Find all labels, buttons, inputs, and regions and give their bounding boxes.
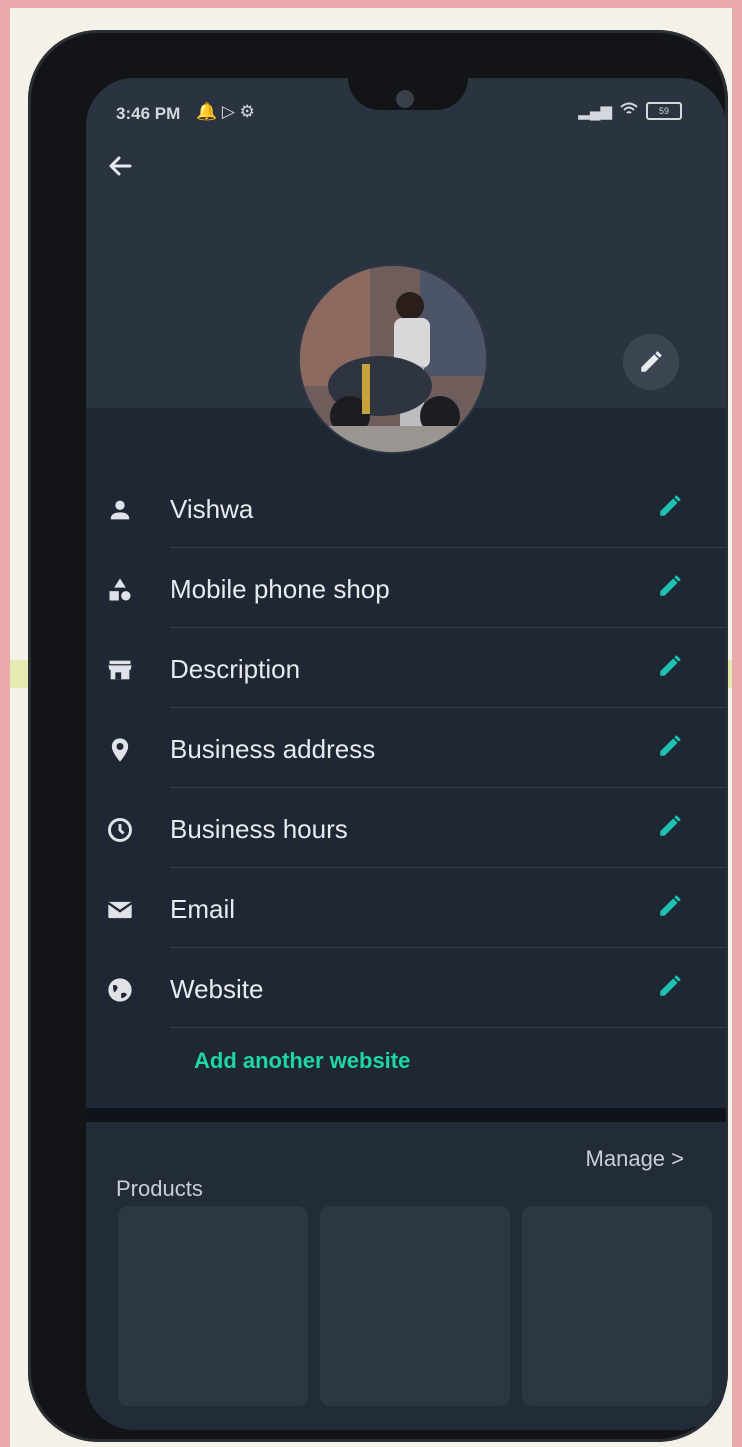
- edit-email-button[interactable]: [654, 890, 686, 922]
- profile-photo[interactable]: [298, 264, 488, 454]
- edit-address-button[interactable]: [654, 730, 686, 762]
- field-row-hours[interactable]: Business hours: [86, 788, 726, 868]
- products-title: Products: [116, 1176, 203, 1201]
- row-divider: [170, 1027, 726, 1028]
- field-row-description[interactable]: Description: [86, 628, 726, 708]
- pencil-icon: [641, 351, 662, 372]
- field-row-category[interactable]: Mobile phone shop: [86, 548, 726, 628]
- field-row-address[interactable]: Business address: [86, 708, 726, 788]
- field-label-email: Email: [170, 894, 236, 924]
- signal-icon: ▂▄▆: [578, 103, 612, 120]
- profile-field-list: Vishwa Mobile phone shop Description Bus…: [86, 468, 726, 1028]
- pencil-icon: [660, 975, 681, 996]
- front-camera: [396, 90, 414, 108]
- pencil-icon: [660, 895, 681, 916]
- phone-body: 3:46 PM 🔔 ▷ ⚙ ▂▄▆ 59 Vishwa Mobile phone…: [28, 30, 728, 1442]
- status-notification-icons: 🔔 ▷ ⚙: [196, 102, 255, 121]
- pencil-icon: [660, 575, 681, 596]
- pencil-icon: [660, 735, 681, 756]
- person-icon: [102, 492, 138, 528]
- profile-photo-image: [300, 266, 486, 452]
- globe-icon: [102, 972, 138, 1008]
- pencil-icon: [660, 495, 681, 516]
- field-label-category: Mobile phone shop: [170, 574, 390, 604]
- status-right-icons: ▂▄▆ 59: [578, 102, 682, 120]
- manage-products-link[interactable]: Manage >: [586, 1146, 684, 1172]
- back-arrow-button[interactable]: [102, 152, 138, 188]
- field-row-website[interactable]: Website: [86, 948, 726, 1028]
- product-tile[interactable]: [320, 1206, 510, 1406]
- product-tile[interactable]: [118, 1206, 308, 1406]
- status-time: 3:46 PM: [116, 104, 181, 123]
- field-row-name[interactable]: Vishwa: [86, 468, 726, 548]
- section-divider: [86, 1108, 726, 1122]
- email-icon: [102, 892, 138, 928]
- edit-website-button[interactable]: [654, 970, 686, 1002]
- field-label-description: Description: [170, 654, 301, 684]
- add-website-link[interactable]: Add another website: [194, 1048, 410, 1074]
- edit-cover-button[interactable]: [623, 334, 679, 390]
- phone-screen: 3:46 PM 🔔 ▷ ⚙ ▂▄▆ 59 Vishwa Mobile phone…: [86, 78, 726, 1430]
- battery-icon: 59: [646, 102, 682, 120]
- edit-description-button[interactable]: [654, 650, 686, 682]
- category-icon: [102, 572, 138, 608]
- products-section: Manage > Products: [86, 1122, 726, 1430]
- product-tile[interactable]: [522, 1206, 712, 1406]
- store-icon: [102, 652, 138, 688]
- field-row-email[interactable]: Email: [86, 868, 726, 948]
- pencil-icon: [660, 815, 681, 836]
- edit-hours-button[interactable]: [654, 810, 686, 842]
- field-label-address: Business address: [170, 734, 376, 764]
- field-label-hours: Business hours: [170, 814, 348, 844]
- arrow-left-icon: [109, 156, 132, 176]
- field-label-name: Vishwa: [170, 494, 254, 524]
- edit-name-button[interactable]: [654, 490, 686, 522]
- field-label-website: Website: [170, 974, 264, 1004]
- location-pin-icon: [102, 732, 138, 768]
- pencil-icon: [660, 655, 681, 676]
- clock-icon: [102, 812, 138, 848]
- edit-category-button[interactable]: [654, 570, 686, 602]
- wifi-icon: [620, 102, 638, 120]
